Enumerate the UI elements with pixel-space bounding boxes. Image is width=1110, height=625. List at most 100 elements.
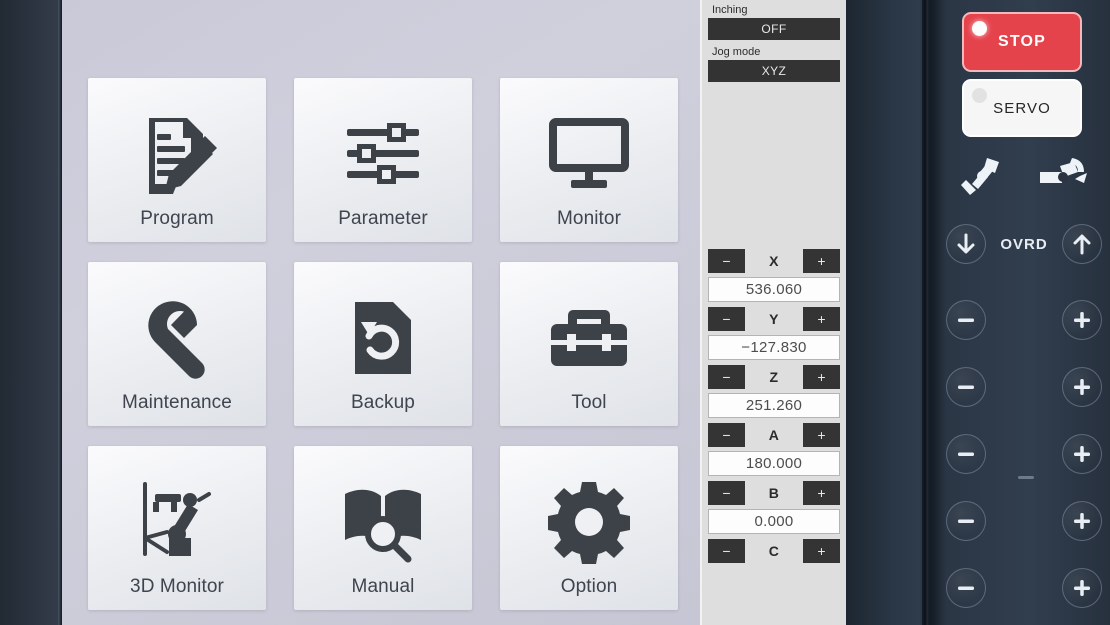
axis-row-y: − Y + — [708, 306, 840, 332]
axis-c-name: C — [768, 543, 780, 560]
axis-group-c: − C + — [708, 538, 840, 564]
axis-group-a: − A + 180.000 — [708, 422, 840, 477]
axis-group-y: − Y + −127.830 — [708, 306, 840, 361]
inching-value[interactable]: OFF — [708, 18, 840, 41]
axis-c-plus-button[interactable]: + — [803, 539, 840, 564]
axis-a-value[interactable]: 180.000 — [708, 451, 840, 477]
document-pencil-icon — [88, 98, 266, 209]
right-bezel: STOP SERVO OVRD — [846, 0, 1110, 625]
joint-icon-row — [946, 148, 1102, 204]
axis-x-name: X — [769, 253, 779, 270]
jog-key-5-minus-button[interactable] — [946, 567, 986, 608]
jog-key-3-plus-button[interactable] — [1062, 433, 1102, 474]
axis-row-a: − A + — [708, 422, 840, 448]
axis-x-minus-button[interactable]: − — [708, 249, 745, 274]
axis-z-minus-button[interactable]: − — [708, 365, 745, 390]
servo-button[interactable]: SERVO — [962, 79, 1082, 137]
jog-mode-value[interactable]: XYZ — [708, 60, 840, 83]
display-monitor-icon — [500, 98, 678, 209]
jog-key-row-2 — [946, 353, 1102, 420]
axis-group-z: − Z + 251.260 — [708, 364, 840, 419]
axis-y-name: Y — [769, 311, 779, 328]
axis-b-minus-button[interactable]: − — [708, 481, 745, 506]
override-label: OVRD — [1000, 235, 1048, 253]
menu-tile-parameter[interactable]: Parameter — [294, 78, 472, 242]
jog-key-divider-mark — [1018, 476, 1034, 479]
menu-tile-label: Tool — [571, 392, 607, 413]
axis-z-value[interactable]: 251.260 — [708, 393, 840, 419]
menu-tile-3d-monitor[interactable]: 3D Monitor — [88, 446, 266, 610]
jog-key-5-plus-button[interactable] — [1062, 567, 1102, 608]
book-magnifier-icon — [294, 466, 472, 577]
override-control-row: OVRD — [946, 218, 1102, 270]
stop-led-indicator — [972, 21, 987, 36]
jog-key-row-1 — [946, 286, 1102, 353]
menu-tile-program[interactable]: Program — [88, 78, 266, 242]
axis-x-value[interactable]: 536.060 — [708, 277, 840, 303]
file-restore-icon — [294, 282, 472, 393]
axis-y-minus-button[interactable]: − — [708, 307, 745, 332]
axis-a-plus-button[interactable]: + — [803, 423, 840, 448]
stop-button[interactable]: STOP — [962, 12, 1082, 72]
menu-tile-label: Manual — [351, 576, 415, 597]
left-bezel — [0, 0, 62, 625]
menu-tile-monitor[interactable]: Monitor — [500, 78, 678, 242]
axis-b-value[interactable]: 0.000 — [708, 509, 840, 535]
menu-tile-option[interactable]: Option — [500, 446, 678, 610]
axis-row-x: − X + — [708, 248, 840, 274]
inching-label: Inching — [712, 4, 748, 16]
axis-y-value[interactable]: −127.830 — [708, 335, 840, 361]
jog-coordinate-panel: Inching OFF Jog mode XYZ − X + 536.060 −… — [700, 0, 846, 625]
sliders-icon — [294, 98, 472, 209]
menu-tile-manual[interactable]: Manual — [294, 446, 472, 610]
axis-y-plus-button[interactable]: + — [803, 307, 840, 332]
jog-key-1-plus-button[interactable] — [1062, 299, 1102, 340]
axis-group-x: − X + 536.060 — [708, 248, 840, 303]
menu-tile-backup[interactable]: Backup — [294, 262, 472, 426]
pendant-hardware-panel: STOP SERVO OVRD — [936, 0, 1110, 625]
toolbox-icon — [500, 282, 678, 393]
axis-row-z: − Z + — [708, 364, 840, 390]
axis-x-plus-button[interactable]: + — [803, 249, 840, 274]
axis-z-name: Z — [769, 369, 779, 386]
axis-b-name: B — [768, 485, 780, 502]
jog-mode-label: Jog mode — [712, 46, 761, 59]
bezel-seam — [922, 0, 928, 625]
axis-c-minus-button[interactable]: − — [708, 539, 745, 564]
menu-tile-maintenance[interactable]: Maintenance — [88, 262, 266, 426]
joint-rotate-left-icon[interactable] — [960, 150, 1012, 198]
jog-key-3-minus-button[interactable] — [946, 433, 986, 474]
jog-key-1-minus-button[interactable] — [946, 299, 986, 340]
wrench-icon — [88, 282, 266, 393]
stop-button-label: STOP — [997, 33, 1047, 50]
axis-row-c: − C + — [708, 538, 840, 564]
override-up-button[interactable] — [1062, 224, 1102, 264]
axis-row-b: − B + — [708, 480, 840, 506]
joint-rotate-right-icon[interactable] — [1036, 150, 1088, 198]
axis-a-name: A — [768, 427, 780, 444]
pendant-top-cut-text — [952, 0, 1102, 8]
axis-a-minus-button[interactable]: − — [708, 423, 745, 448]
jog-key-2-plus-button[interactable] — [1062, 366, 1102, 407]
servo-led-indicator — [972, 88, 987, 103]
pendant-jog-key-grid — [946, 286, 1102, 616]
jog-key-2-minus-button[interactable] — [946, 366, 986, 407]
jog-key-row-4 — [946, 487, 1102, 554]
menu-tile-label: Parameter — [338, 208, 428, 229]
axis-b-plus-button[interactable]: + — [803, 481, 840, 506]
hmi-screen: Program Parameter Monitor Maintenance Ba… — [62, 0, 700, 625]
menu-tile-tool[interactable]: Tool — [500, 262, 678, 426]
menu-tile-label: Monitor — [556, 208, 622, 229]
jog-panel-spacer — [708, 84, 840, 244]
menu-tile-label: Option — [560, 576, 618, 597]
override-down-button[interactable] — [946, 224, 986, 264]
axis-group-b: − B + 0.000 — [708, 480, 840, 535]
jog-key-4-minus-button[interactable] — [946, 500, 986, 541]
main-menu-grid: Program Parameter Monitor Maintenance Ba… — [88, 78, 688, 610]
servo-button-label: SERVO — [993, 99, 1051, 117]
jog-key-4-plus-button[interactable] — [1062, 500, 1102, 541]
axis-z-plus-button[interactable]: + — [803, 365, 840, 390]
gear-icon — [500, 466, 678, 577]
menu-tile-label: Backup — [351, 392, 415, 413]
menu-tile-label: Program — [140, 208, 214, 229]
